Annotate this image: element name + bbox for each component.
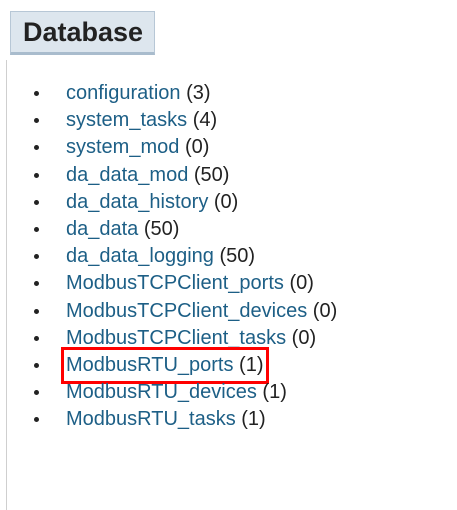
table-entry: ModbusTCPClient_devices (0): [66, 298, 337, 325]
table-entry: system_mod (0): [66, 134, 209, 161]
table-link[interactable]: da_data_logging: [66, 245, 214, 267]
table-row-count: (3): [186, 82, 211, 104]
panel-left-rule: [6, 60, 7, 510]
bullet-icon: [34, 308, 39, 314]
table-link[interactable]: ModbusRTU_devices: [66, 381, 257, 403]
table-entry: da_data_mod (50): [66, 162, 229, 189]
bullet-icon: [34, 145, 39, 151]
table-link[interactable]: ModbusRTU_tasks: [66, 408, 236, 430]
bullet-icon: [34, 362, 39, 368]
table-row-count: (1): [262, 381, 287, 404]
table-row-count: (50): [219, 245, 256, 268]
table-link[interactable]: ModbusTCPClient_devices: [66, 300, 307, 322]
table-link[interactable]: system_tasks: [66, 109, 187, 131]
bullet-icon: [34, 118, 39, 124]
table-link[interactable]: system_mod: [66, 136, 179, 158]
table-link[interactable]: ModbusRTU_ports: [66, 354, 233, 376]
bullet-icon: [34, 417, 39, 423]
table-entry: system_tasks (4): [66, 107, 217, 134]
table-entry: ModbusTCPClient_ports (0): [66, 270, 314, 297]
table-entry: ModbusRTU_tasks (1): [66, 406, 266, 433]
table-entry: da_data_history (0): [66, 189, 238, 216]
table-row-count: (0): [184, 136, 210, 159]
table-row-count: (1): [239, 353, 264, 376]
bullet-icon: [34, 390, 39, 396]
bullet-icon: [34, 172, 39, 178]
table-entry: ModbusRTU_devices (1): [66, 379, 287, 406]
bullet-icon: [34, 199, 39, 205]
table-entry: ModbusTCPClient_tasks (0): [66, 325, 316, 352]
table-entry: da_data (50): [66, 216, 179, 243]
table-row-count: (0): [213, 190, 239, 213]
bullet-icon: [34, 226, 39, 232]
table-entry: da_data_logging (50): [66, 243, 255, 270]
table-entry: configuration (3): [66, 80, 211, 107]
bullet-icon: [34, 335, 39, 341]
bullet-icon: [34, 254, 39, 260]
table-row-count: (50): [143, 217, 180, 240]
table-link[interactable]: ModbusTCPClient_ports: [66, 272, 284, 294]
table-link[interactable]: ModbusTCPClient_tasks: [66, 327, 286, 349]
bullet-icon: [34, 91, 39, 96]
table-row-count: (50): [193, 163, 230, 186]
table-row-count: (1): [241, 408, 266, 431]
bullet-icon: [34, 281, 39, 287]
table-row-count: (0): [312, 299, 338, 322]
table-row-count: (0): [291, 326, 317, 349]
table-link[interactable]: da_data_mod: [66, 164, 188, 186]
table-link[interactable]: configuration: [66, 82, 181, 104]
table-row-count: (4): [192, 109, 218, 132]
database-panel: Database configuration (3) system_tasks (…: [0, 0, 457, 510]
database-heading: Database: [10, 11, 156, 55]
highlighted-table-entry: ModbusRTU_ports (1): [61, 346, 269, 385]
table-row-count: (0): [289, 272, 314, 295]
table-link[interactable]: da_data: [66, 218, 138, 240]
table-link[interactable]: da_data_history: [66, 191, 208, 213]
